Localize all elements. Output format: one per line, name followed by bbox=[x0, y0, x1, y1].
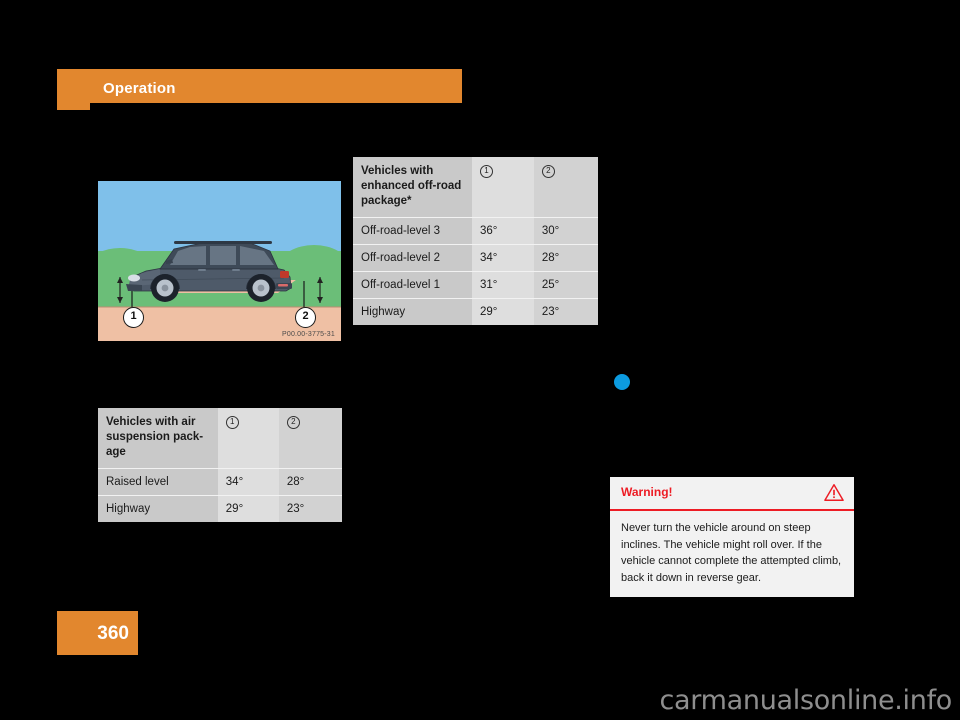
row-label: Off-road-level 2 bbox=[353, 244, 472, 272]
row-angle-2: 28° bbox=[533, 244, 598, 272]
row-angle-2: 28° bbox=[278, 468, 342, 496]
row-angle-2: 30° bbox=[533, 217, 598, 245]
page-number: 360 bbox=[97, 623, 129, 644]
table-header-col2: 2 bbox=[278, 408, 342, 469]
warning-body-text: Never turn the vehicle around on steep i… bbox=[610, 511, 854, 597]
row-angle-2: 23° bbox=[278, 495, 342, 522]
row-angle-1: 34° bbox=[471, 244, 534, 272]
callout-marker-2: 2 bbox=[295, 307, 316, 328]
row-angle-1: 29° bbox=[471, 298, 534, 325]
circled-number-1-icon: 1 bbox=[479, 165, 493, 178]
row-angle-1: 31° bbox=[471, 271, 534, 299]
row-label: Off-road-level 3 bbox=[353, 217, 472, 245]
section-header-notch bbox=[57, 103, 90, 110]
row-angle-1: 36° bbox=[471, 217, 534, 245]
page-number-badge: 360 bbox=[57, 611, 138, 655]
illustration-image-code: P00.00-3775-31 bbox=[281, 331, 335, 338]
table-header-row: Vehicles with air suspension pack-age 1 … bbox=[98, 408, 342, 469]
warning-callout-box: Warning! Never turn the vehicle around o… bbox=[610, 477, 854, 597]
table-row: Highway 29° 23° bbox=[98, 495, 342, 522]
circled-number-1-icon: 1 bbox=[225, 416, 239, 429]
offroad-angles-table: Vehicles with enhanced off-road package*… bbox=[353, 157, 598, 325]
table-header-col1: 1 bbox=[217, 408, 279, 469]
callout-marker-1: 1 bbox=[123, 307, 144, 328]
table-row: Off-road-level 1 31° 25° bbox=[353, 271, 598, 299]
row-label: Off-road-level 1 bbox=[353, 271, 472, 299]
circled-number-2-icon: 2 bbox=[286, 416, 300, 429]
table-row: Raised level 34° 28° bbox=[98, 468, 342, 496]
row-label: Highway bbox=[353, 298, 472, 325]
table-row: Highway 29° 23° bbox=[353, 298, 598, 325]
row-angle-1: 34° bbox=[217, 468, 279, 496]
row-label: Highway bbox=[98, 495, 218, 522]
row-angle-1: 29° bbox=[217, 495, 279, 522]
table-row: Off-road-level 3 36° 30° bbox=[353, 217, 598, 245]
warning-triangle-icon bbox=[824, 484, 844, 501]
table-header-col1: 1 bbox=[471, 157, 534, 218]
circled-number-2-icon: 2 bbox=[541, 165, 555, 178]
table-header-label: Vehicles with enhanced off-road package* bbox=[353, 157, 472, 218]
warning-title: Warning! bbox=[621, 485, 673, 499]
table-header-col2: 2 bbox=[533, 157, 598, 218]
table-row: Off-road-level 2 34° 28° bbox=[353, 244, 598, 272]
site-watermark: carmanualsonline.info bbox=[659, 685, 953, 716]
air-suspension-angles-table: Vehicles with air suspension pack-age 1 … bbox=[98, 408, 342, 522]
table-header-row: Vehicles with enhanced off-road package*… bbox=[353, 157, 598, 218]
page-title: Operation bbox=[103, 80, 176, 97]
manual-page: Operation 1 2 P00.00-3775-31 Vehicles wi… bbox=[0, 0, 960, 720]
blue-bullet-marker-icon bbox=[614, 374, 630, 390]
table-header-label: Vehicles with air suspension pack-age bbox=[98, 408, 218, 469]
row-angle-2: 25° bbox=[533, 271, 598, 299]
row-angle-2: 23° bbox=[533, 298, 598, 325]
warning-header: Warning! bbox=[610, 477, 854, 511]
row-label: Raised level bbox=[98, 468, 218, 496]
vehicle-incline-illustration: 1 2 P00.00-3775-31 bbox=[98, 181, 341, 341]
